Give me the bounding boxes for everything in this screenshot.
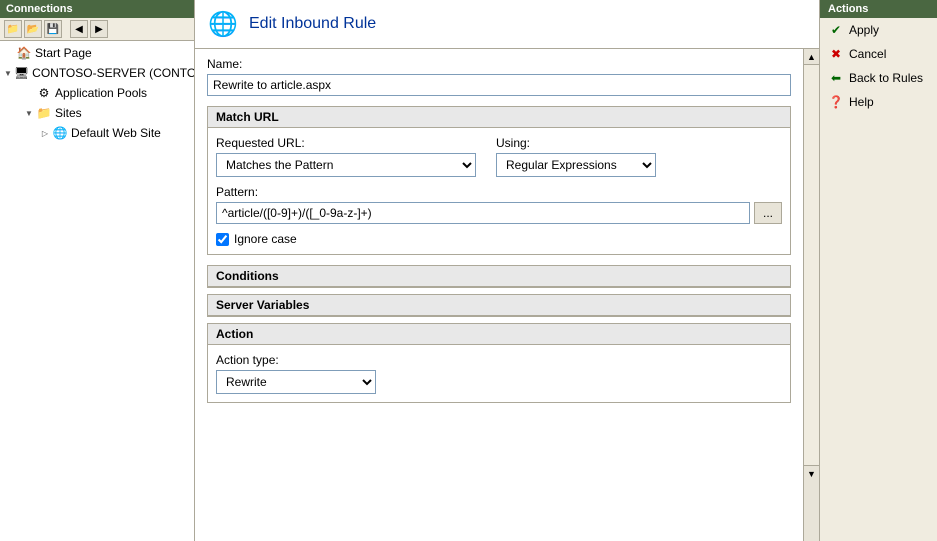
test-pattern-button[interactable]: ... bbox=[754, 202, 782, 224]
url-form-row: Requested URL: Matches the Pattern Using… bbox=[216, 136, 782, 177]
pattern-label: Pattern: bbox=[216, 185, 782, 199]
tree-arrow-contoso: ▼ bbox=[4, 68, 12, 78]
tree-item-default-web-site[interactable]: ▷ 🌐 Default Web Site bbox=[0, 123, 194, 143]
scroll-down-btn[interactable]: ▼ bbox=[804, 465, 819, 481]
tree-arrow-app-pools bbox=[24, 88, 34, 98]
toolbar-btn-2[interactable]: 📂 bbox=[24, 20, 42, 38]
using-select[interactable]: Regular Expressions bbox=[496, 153, 656, 177]
actions-panel: Actions ✔ Apply ✖ Cancel ⬅ Back to Rules… bbox=[819, 0, 937, 541]
conditions-section: Conditions bbox=[207, 265, 791, 288]
sidebar-toolbar: 📁 📂 💾 ◀ ▶ bbox=[0, 18, 194, 41]
server-variables-title: Server Variables bbox=[208, 295, 790, 316]
main-with-scroll: Name: Match URL Requested URL: Matches t… bbox=[195, 49, 819, 541]
sidebar: Connections 📁 📂 💾 ◀ ▶ 🏠 Start Page ▼ 🖥 C… bbox=[0, 0, 195, 541]
tree-arrow-sites: ▼ bbox=[24, 108, 34, 118]
apply-action[interactable]: ✔ Apply bbox=[820, 18, 937, 42]
tree-item-start-page[interactable]: 🏠 Start Page bbox=[0, 43, 194, 63]
action-content: Action type: Rewrite Redirect Custom Res… bbox=[208, 345, 790, 402]
toolbar-btn-1[interactable]: 📁 bbox=[4, 20, 22, 38]
tree-item-default-web-site-label: Default Web Site bbox=[71, 126, 161, 140]
scrollbar[interactable]: ▲ ▼ bbox=[803, 49, 819, 541]
action-section: Action Action type: Rewrite Redirect Cus… bbox=[207, 323, 791, 403]
main-header: 🌐 Edit Inbound Rule bbox=[195, 0, 819, 49]
apply-label: Apply bbox=[849, 23, 879, 37]
app-pools-icon: ⚙ bbox=[36, 85, 52, 101]
main-header-icon: 🌐 bbox=[207, 8, 239, 40]
requested-url-label: Requested URL: bbox=[216, 136, 476, 150]
tree-arrow bbox=[4, 48, 14, 58]
server-variables-section: Server Variables bbox=[207, 294, 791, 317]
action-type-col: Action type: Rewrite Redirect Custom Res… bbox=[216, 353, 782, 394]
conditions-title: Conditions bbox=[208, 266, 790, 287]
tree-arrow-default-web-site: ▷ bbox=[40, 128, 50, 138]
name-label: Name: bbox=[207, 57, 791, 71]
requested-url-select[interactable]: Matches the Pattern bbox=[216, 153, 476, 177]
pattern-input[interactable] bbox=[216, 202, 750, 224]
ignore-case-label: Ignore case bbox=[234, 232, 297, 246]
tree-item-app-pools[interactable]: ⚙ Application Pools bbox=[0, 83, 194, 103]
cancel-icon: ✖ bbox=[828, 46, 844, 62]
cancel-action[interactable]: ✖ Cancel bbox=[820, 42, 937, 66]
ignore-case-checkbox[interactable] bbox=[216, 233, 229, 246]
toolbar-btn-forward[interactable]: ▶ bbox=[90, 20, 108, 38]
sites-icon: 📁 bbox=[36, 105, 52, 121]
pattern-section: Pattern: ... bbox=[216, 185, 782, 224]
help-icon: ❓ bbox=[828, 94, 844, 110]
default-web-site-icon: 🌐 bbox=[52, 125, 68, 141]
tree-item-label: Start Page bbox=[35, 46, 92, 60]
action-type-select[interactable]: Rewrite Redirect Custom Response AbortRe… bbox=[216, 370, 376, 394]
tree-item-sites[interactable]: ▼ 📁 Sites bbox=[0, 103, 194, 123]
help-action[interactable]: ❓ Help bbox=[820, 90, 937, 114]
help-label: Help bbox=[849, 95, 874, 109]
action-type-label: Action type: bbox=[216, 353, 782, 367]
tree-item-sites-label: Sites bbox=[55, 106, 82, 120]
using-label: Using: bbox=[496, 136, 656, 150]
name-input[interactable] bbox=[207, 74, 791, 96]
scroll-up-btn[interactable]: ▲ bbox=[804, 49, 819, 65]
match-url-content: Requested URL: Matches the Pattern Using… bbox=[208, 128, 790, 254]
match-url-title: Match URL bbox=[208, 107, 790, 128]
tree-item-contoso[interactable]: ▼ 🖥 CONTOSO-SERVER (CONTOS bbox=[0, 63, 194, 83]
contoso-icon: 🖥 bbox=[14, 65, 29, 81]
action-title: Action bbox=[208, 324, 790, 345]
back-icon: ⬅ bbox=[828, 70, 844, 86]
scrollable-area: Name: Match URL Requested URL: Matches t… bbox=[195, 49, 803, 541]
back-to-rules-action[interactable]: ⬅ Back to Rules bbox=[820, 66, 937, 90]
name-section: Name: bbox=[207, 57, 791, 96]
sidebar-tree: 🏠 Start Page ▼ 🖥 CONTOSO-SERVER (CONTOS … bbox=[0, 41, 194, 541]
requested-url-col: Requested URL: Matches the Pattern bbox=[216, 136, 476, 177]
sidebar-header: Connections bbox=[0, 0, 194, 18]
page-title: Edit Inbound Rule bbox=[249, 15, 376, 33]
start-page-icon: 🏠 bbox=[16, 45, 32, 61]
apply-icon: ✔ bbox=[828, 22, 844, 38]
match-url-section: Match URL Requested URL: Matches the Pat… bbox=[207, 106, 791, 255]
tree-item-contoso-label: CONTOSO-SERVER (CONTOS bbox=[32, 66, 194, 80]
using-col: Using: Regular Expressions bbox=[496, 136, 656, 177]
ignore-case-row: Ignore case bbox=[216, 232, 782, 246]
actions-header: Actions bbox=[820, 0, 937, 18]
cancel-label: Cancel bbox=[849, 47, 886, 61]
main-content: 🌐 Edit Inbound Rule Name: Match URL Requ… bbox=[195, 0, 819, 541]
toolbar-btn-3[interactable]: 💾 bbox=[44, 20, 62, 38]
back-to-rules-label: Back to Rules bbox=[849, 71, 923, 85]
pattern-row: ... bbox=[216, 202, 782, 224]
toolbar-btn-back[interactable]: ◀ bbox=[70, 20, 88, 38]
tree-item-app-pools-label: Application Pools bbox=[55, 86, 147, 100]
